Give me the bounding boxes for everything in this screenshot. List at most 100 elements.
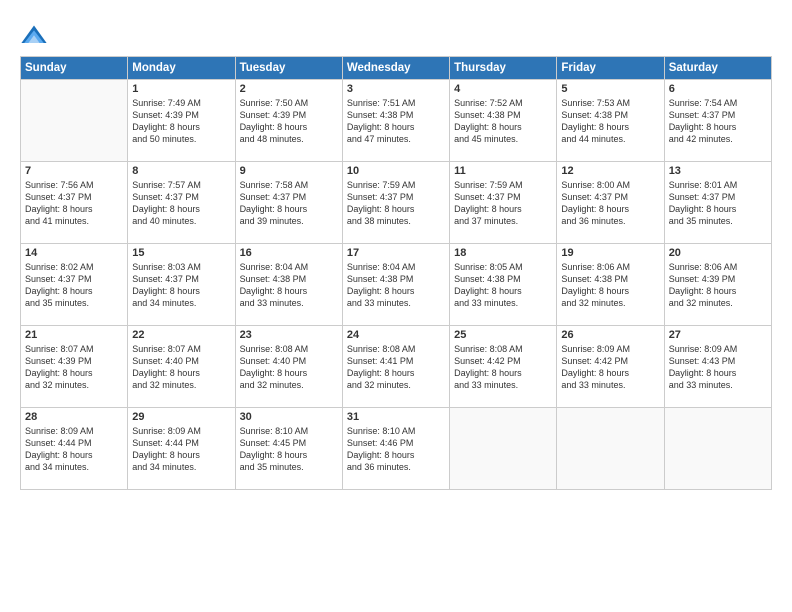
day-number: 18 (454, 247, 552, 259)
header (20, 18, 772, 50)
calendar-cell: 8 Sunrise: 7:57 AMSunset: 4:37 PMDaylight… (128, 162, 235, 244)
day-info: Sunrise: 8:03 AMSunset: 4:37 PMDaylight:… (132, 261, 230, 310)
day-number: 16 (240, 247, 338, 259)
day-info: Sunrise: 8:00 AMSunset: 4:37 PMDaylight:… (561, 179, 659, 228)
calendar-cell: 21 Sunrise: 8:07 AMSunset: 4:39 PMDayligh… (21, 326, 128, 408)
calendar-cell (450, 408, 557, 490)
day-info: Sunrise: 7:57 AMSunset: 4:37 PMDaylight:… (132, 179, 230, 228)
day-number: 24 (347, 329, 445, 341)
day-info: Sunrise: 8:09 AMSunset: 4:42 PMDaylight:… (561, 343, 659, 392)
day-number: 23 (240, 329, 338, 341)
day-info: Sunrise: 7:49 AMSunset: 4:39 PMDaylight:… (132, 97, 230, 146)
day-info: Sunrise: 8:10 AMSunset: 4:45 PMDaylight:… (240, 425, 338, 474)
header-wednesday: Wednesday (342, 57, 449, 80)
day-number: 28 (25, 411, 123, 423)
calendar-cell: 22Sunrise: 8:07 AMSunset: 4:40 PMDayligh… (128, 326, 235, 408)
day-number: 31 (347, 411, 445, 423)
day-number: 22 (132, 329, 230, 341)
calendar-cell: 7 Sunrise: 7:56 AMSunset: 4:37 PMDaylight… (21, 162, 128, 244)
day-info: Sunrise: 8:08 AMSunset: 4:40 PMDaylight:… (240, 343, 338, 392)
day-info: Sunrise: 7:59 AMSunset: 4:37 PMDaylight:… (347, 179, 445, 228)
day-number: 1 (132, 83, 230, 95)
header-saturday: Saturday (664, 57, 771, 80)
calendar-cell: 16 Sunrise: 8:04 AMSunset: 4:38 PMDayligh… (235, 244, 342, 326)
calendar-cell: 15 Sunrise: 8:03 AMSunset: 4:37 PMDayligh… (128, 244, 235, 326)
header-sunday: Sunday (21, 57, 128, 80)
calendar-cell: 2 Sunrise: 7:50 AMSunset: 4:39 PMDaylight… (235, 80, 342, 162)
day-info: Sunrise: 8:09 AMSunset: 4:44 PMDaylight:… (25, 425, 123, 474)
calendar-cell: 3 Sunrise: 7:51 AMSunset: 4:38 PMDaylight… (342, 80, 449, 162)
logo (20, 22, 52, 50)
page: SundayMondayTuesdayWednesdayThursdayFrid… (0, 0, 792, 612)
calendar-table: SundayMondayTuesdayWednesdayThursdayFrid… (20, 56, 772, 490)
day-info: Sunrise: 8:06 AMSunset: 4:38 PMDaylight:… (561, 261, 659, 310)
day-number: 6 (669, 83, 767, 95)
week-row-5: 28 Sunrise: 8:09 AMSunset: 4:44 PMDayligh… (21, 408, 772, 490)
day-number: 3 (347, 83, 445, 95)
day-number: 14 (25, 247, 123, 259)
day-info: Sunrise: 8:08 AMSunset: 4:42 PMDaylight:… (454, 343, 552, 392)
calendar-cell: 20Sunrise: 8:06 AMSunset: 4:39 PMDayligh… (664, 244, 771, 326)
day-info: Sunrise: 7:51 AMSunset: 4:38 PMDaylight:… (347, 97, 445, 146)
day-number: 19 (561, 247, 659, 259)
calendar-cell: 18 Sunrise: 8:05 AMSunset: 4:38 PMDayligh… (450, 244, 557, 326)
day-number: 26 (561, 329, 659, 341)
week-row-2: 7 Sunrise: 7:56 AMSunset: 4:37 PMDaylight… (21, 162, 772, 244)
calendar-cell: 13 Sunrise: 8:01 AMSunset: 4:37 PMDayligh… (664, 162, 771, 244)
day-info: Sunrise: 7:56 AMSunset: 4:37 PMDaylight:… (25, 179, 123, 228)
day-info: Sunrise: 7:59 AMSunset: 4:37 PMDaylight:… (454, 179, 552, 228)
day-info: Sunrise: 8:07 AMSunset: 4:39 PMDaylight:… (25, 343, 123, 392)
calendar-cell (557, 408, 664, 490)
calendar-cell: 12 Sunrise: 8:00 AMSunset: 4:37 PMDayligh… (557, 162, 664, 244)
day-info: Sunrise: 8:01 AMSunset: 4:37 PMDaylight:… (669, 179, 767, 228)
calendar-cell: 23 Sunrise: 8:08 AMSunset: 4:40 PMDayligh… (235, 326, 342, 408)
day-number: 10 (347, 165, 445, 177)
day-number: 5 (561, 83, 659, 95)
day-number: 8 (132, 165, 230, 177)
day-info: Sunrise: 7:50 AMSunset: 4:39 PMDaylight:… (240, 97, 338, 146)
day-info: Sunrise: 8:08 AMSunset: 4:41 PMDaylight:… (347, 343, 445, 392)
day-number: 17 (347, 247, 445, 259)
day-number: 15 (132, 247, 230, 259)
day-number: 7 (25, 165, 123, 177)
day-number: 2 (240, 83, 338, 95)
calendar-cell: 24 Sunrise: 8:08 AMSunset: 4:41 PMDayligh… (342, 326, 449, 408)
day-info: Sunrise: 7:53 AMSunset: 4:38 PMDaylight:… (561, 97, 659, 146)
calendar-cell: 6Sunrise: 7:54 AMSunset: 4:37 PMDaylight… (664, 80, 771, 162)
day-info: Sunrise: 8:10 AMSunset: 4:46 PMDaylight:… (347, 425, 445, 474)
day-number: 12 (561, 165, 659, 177)
day-info: Sunrise: 8:02 AMSunset: 4:37 PMDaylight:… (25, 261, 123, 310)
day-number: 9 (240, 165, 338, 177)
calendar-cell: 10 Sunrise: 7:59 AMSunset: 4:37 PMDayligh… (342, 162, 449, 244)
calendar-cell: 27 Sunrise: 8:09 AMSunset: 4:43 PMDayligh… (664, 326, 771, 408)
calendar-cell: 5 Sunrise: 7:53 AMSunset: 4:38 PMDaylight… (557, 80, 664, 162)
day-info: Sunrise: 7:52 AMSunset: 4:38 PMDaylight:… (454, 97, 552, 146)
calendar-cell: 9 Sunrise: 7:58 AMSunset: 4:37 PMDaylight… (235, 162, 342, 244)
header-row: SundayMondayTuesdayWednesdayThursdayFrid… (21, 57, 772, 80)
logo-icon (20, 22, 48, 50)
calendar-cell (664, 408, 771, 490)
day-number: 21 (25, 329, 123, 341)
calendar-cell: 4Sunrise: 7:52 AMSunset: 4:38 PMDaylight… (450, 80, 557, 162)
calendar-cell: 28 Sunrise: 8:09 AMSunset: 4:44 PMDayligh… (21, 408, 128, 490)
day-number: 25 (454, 329, 552, 341)
header-thursday: Thursday (450, 57, 557, 80)
day-info: Sunrise: 8:09 AMSunset: 4:44 PMDaylight:… (132, 425, 230, 474)
header-tuesday: Tuesday (235, 57, 342, 80)
week-row-3: 14 Sunrise: 8:02 AMSunset: 4:37 PMDayligh… (21, 244, 772, 326)
calendar-cell: 14 Sunrise: 8:02 AMSunset: 4:37 PMDayligh… (21, 244, 128, 326)
day-number: 11 (454, 165, 552, 177)
calendar-cell (21, 80, 128, 162)
day-info: Sunrise: 7:58 AMSunset: 4:37 PMDaylight:… (240, 179, 338, 228)
day-info: Sunrise: 8:04 AMSunset: 4:38 PMDaylight:… (240, 261, 338, 310)
calendar-cell: 1 Sunrise: 7:49 AMSunset: 4:39 PMDaylight… (128, 80, 235, 162)
day-info: Sunrise: 8:09 AMSunset: 4:43 PMDaylight:… (669, 343, 767, 392)
day-number: 13 (669, 165, 767, 177)
calendar-cell: 19 Sunrise: 8:06 AMSunset: 4:38 PMDayligh… (557, 244, 664, 326)
calendar-cell: 11 Sunrise: 7:59 AMSunset: 4:37 PMDayligh… (450, 162, 557, 244)
day-number: 27 (669, 329, 767, 341)
calendar-cell: 30Sunrise: 8:10 AMSunset: 4:45 PMDayligh… (235, 408, 342, 490)
calendar-cell: 26 Sunrise: 8:09 AMSunset: 4:42 PMDayligh… (557, 326, 664, 408)
day-info: Sunrise: 8:05 AMSunset: 4:38 PMDaylight:… (454, 261, 552, 310)
day-number: 29 (132, 411, 230, 423)
